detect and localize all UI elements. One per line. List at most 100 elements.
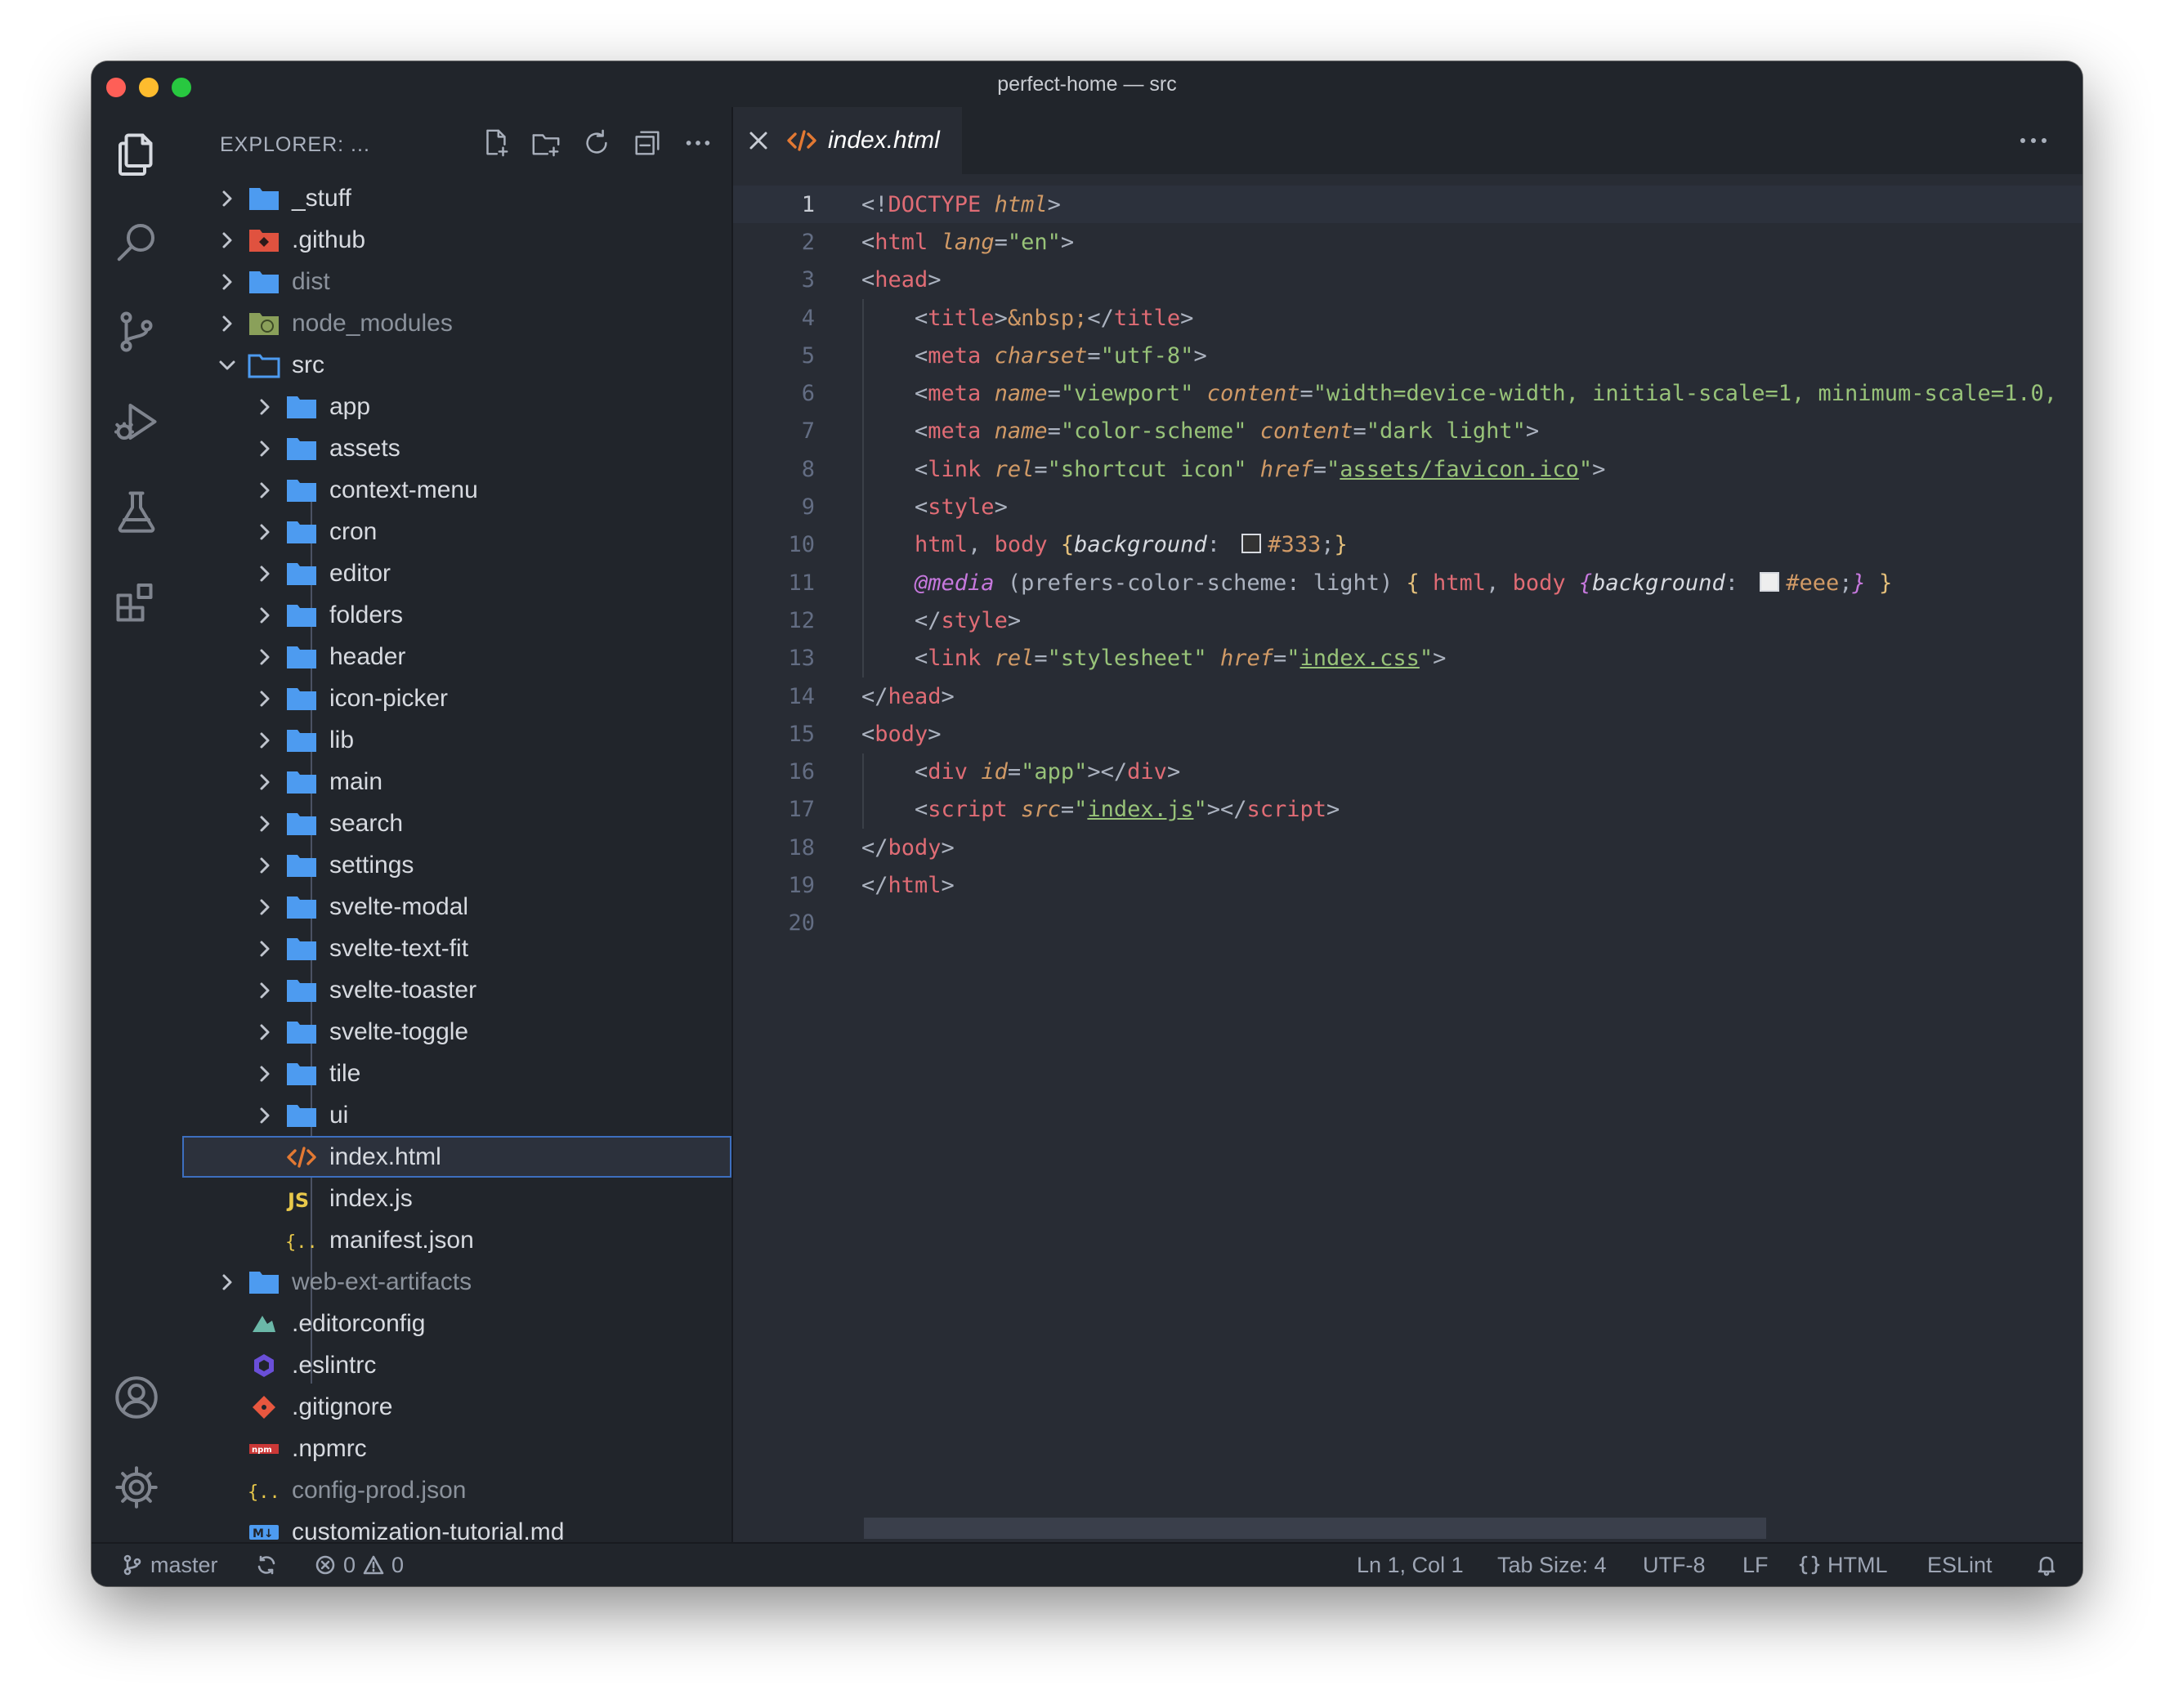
tree-item-src-svelte-modal[interactable]: svelte-modal [182,886,731,928]
editor-more-icon[interactable] [2015,128,2051,153]
code-token: = [1034,646,1048,672]
tree-item-src-editor[interactable]: editor [182,552,731,594]
code-line[interactable]: 2 <html lang="en"> [733,223,2082,261]
code-token: { [1578,570,1593,596]
code-line[interactable]: 5 <meta charset="utf-8"> [733,337,2082,374]
tree-item-index-html[interactable]: index.html [182,1136,731,1178]
code-line[interactable]: 11 @media (prefers-color-scheme: light) … [733,564,2082,601]
code-editor[interactable]: 1 <!DOCTYPE html> 2 <html lang="en"> 3 <head>… [733,186,2082,942]
tree-item-src-icon-picker[interactable]: icon-picker [182,677,731,719]
tree-item-src-folders[interactable]: folders [182,594,731,636]
refresh-icon[interactable] [581,127,612,163]
tree-item-web-ext-artifacts[interactable]: web-ext-artifacts [182,1261,731,1303]
code-line[interactable]: 6 <meta name="viewport" content="width=d… [733,374,2082,412]
settings-gear-icon[interactable] [106,1457,167,1518]
tree-item-stuff[interactable]: _stuff [182,177,731,219]
branch-status[interactable]: master [121,1544,218,1586]
code-line[interactable]: 8 <link rel="shortcut icon" href="assets… [733,450,2082,488]
tree-item-src-assets[interactable]: assets [182,427,731,469]
tree-item-index-js[interactable]: JS index.js [182,1178,731,1219]
language-mode[interactable]: HTML [1798,1544,1888,1586]
code-token: "stylesheet" [1047,646,1207,672]
collapse-all-icon[interactable] [632,127,663,163]
color-swatch[interactable] [1241,534,1262,554]
code-line[interactable]: 1 <!DOCTYPE html> [733,186,2082,224]
tree-item-src[interactable]: src [182,344,731,386]
tab-size[interactable]: Tab Size: 4 [1497,1544,1607,1586]
tree-item-dist[interactable]: dist [182,261,731,302]
code-line[interactable]: 4 <title>&nbsp;</title> [733,299,2082,337]
code-line[interactable]: 16 <div id="app"></div> [733,753,2082,790]
code-line[interactable]: 3 <head> [733,262,2082,299]
tree-item-github[interactable]: .github [182,219,731,261]
tree-item-npmrc[interactable]: npm .npmrc [182,1428,731,1469]
code-line[interactable]: 19 </html> [733,866,2082,904]
tree-item-eslintrc[interactable]: .eslintrc [182,1344,731,1386]
tree-item-src-settings[interactable]: settings [182,844,731,886]
tree-item-src-lib[interactable]: lib [182,719,731,761]
code-token: = [1034,456,1048,482]
code-line[interactable]: 12 </style> [733,601,2082,639]
code-token: link [928,646,982,672]
code-token: rel [994,456,1035,482]
accounts-icon[interactable] [106,1367,167,1428]
tree-item-src-header[interactable]: header [182,636,731,677]
code-token: name [994,381,1048,407]
tree-item-src-main[interactable]: main [182,761,731,803]
new-folder-icon[interactable] [530,127,561,163]
sync-icon[interactable] [255,1544,278,1586]
tree-item-src-tile[interactable]: tile [182,1053,731,1094]
tree-item-src-app[interactable]: app [182,386,731,427]
tree-item-src-svelte-toaster[interactable]: svelte-toaster [182,969,731,1011]
cursor-position[interactable]: Ln 1, Col 1 [1357,1544,1464,1586]
tree-item-gitignore[interactable]: .gitignore [182,1386,731,1428]
chevron-right-icon [254,396,275,418]
code-line[interactable]: 9 <style> [733,488,2082,525]
extensions-icon[interactable] [106,571,167,632]
tree-item-src-context-menu[interactable]: context-menu [182,469,731,511]
color-swatch[interactable] [1760,571,1780,592]
code-line[interactable]: 14 </head> [733,677,2082,715]
source-control-icon[interactable] [106,302,167,362]
eslint-status[interactable]: ESLint [1927,1544,1993,1586]
tree-item-src-search[interactable]: search [182,803,731,844]
tree-item-label: .eslintrc [292,1351,377,1379]
code-token: , [968,532,995,558]
code-line[interactable]: 17 <script src="index.js"></script> [733,791,2082,829]
new-file-icon[interactable] [480,127,511,163]
node-folder-icon [248,311,280,337]
tree-item-editorconfig[interactable]: .editorconfig [182,1303,731,1344]
problems-status[interactable]: 0 0 [314,1544,404,1586]
chevron-right-icon [254,480,275,501]
tree-item-label: index.html [329,1142,441,1170]
horizontal-scrollbar[interactable] [864,1518,1766,1539]
tree-item-manifest-json[interactable]: {..} manifest.json [182,1219,731,1261]
code-line[interactable]: 10 html, body {background: #333;} [733,526,2082,564]
notifications-bell-icon[interactable] [2035,1544,2058,1586]
tab-index-html[interactable]: index.html [733,107,962,174]
code-line[interactable]: 20 [733,905,2082,942]
branch-icon [123,1554,141,1576]
encoding[interactable]: UTF-8 [1643,1544,1706,1586]
tree-item-src-svelte-toggle[interactable]: svelte-toggle [182,1011,731,1053]
testing-icon[interactable] [106,481,167,542]
close-tab-icon[interactable] [745,127,772,154]
tree-item-node-modules[interactable]: node_modules [182,302,731,344]
code-line[interactable]: 13 <link rel="stylesheet" href="index.cs… [733,640,2082,677]
eslint-icon [248,1353,280,1379]
search-icon[interactable] [106,212,167,272]
tree-item-src-svelte-text-fit[interactable]: svelte-text-fit [182,928,731,969]
tree-item-src-cron[interactable]: cron [182,511,731,552]
code-line[interactable]: 18 </body> [733,829,2082,866]
indent-guide [862,753,864,829]
explorer-icon[interactable] [106,123,167,184]
code-line[interactable]: 15 <body> [733,715,2082,753]
code-line[interactable]: 7 <meta name="color-scheme" content="dar… [733,413,2082,450]
tree-item-config-prod-json[interactable]: {..} config-prod.json [182,1469,731,1511]
tree-item-src-ui[interactable]: ui [182,1094,731,1136]
end-of-line[interactable]: LF [1742,1544,1769,1586]
code-token: ; [1839,570,1853,596]
more-actions-icon[interactable] [682,127,713,163]
run-debug-icon[interactable] [106,391,167,452]
